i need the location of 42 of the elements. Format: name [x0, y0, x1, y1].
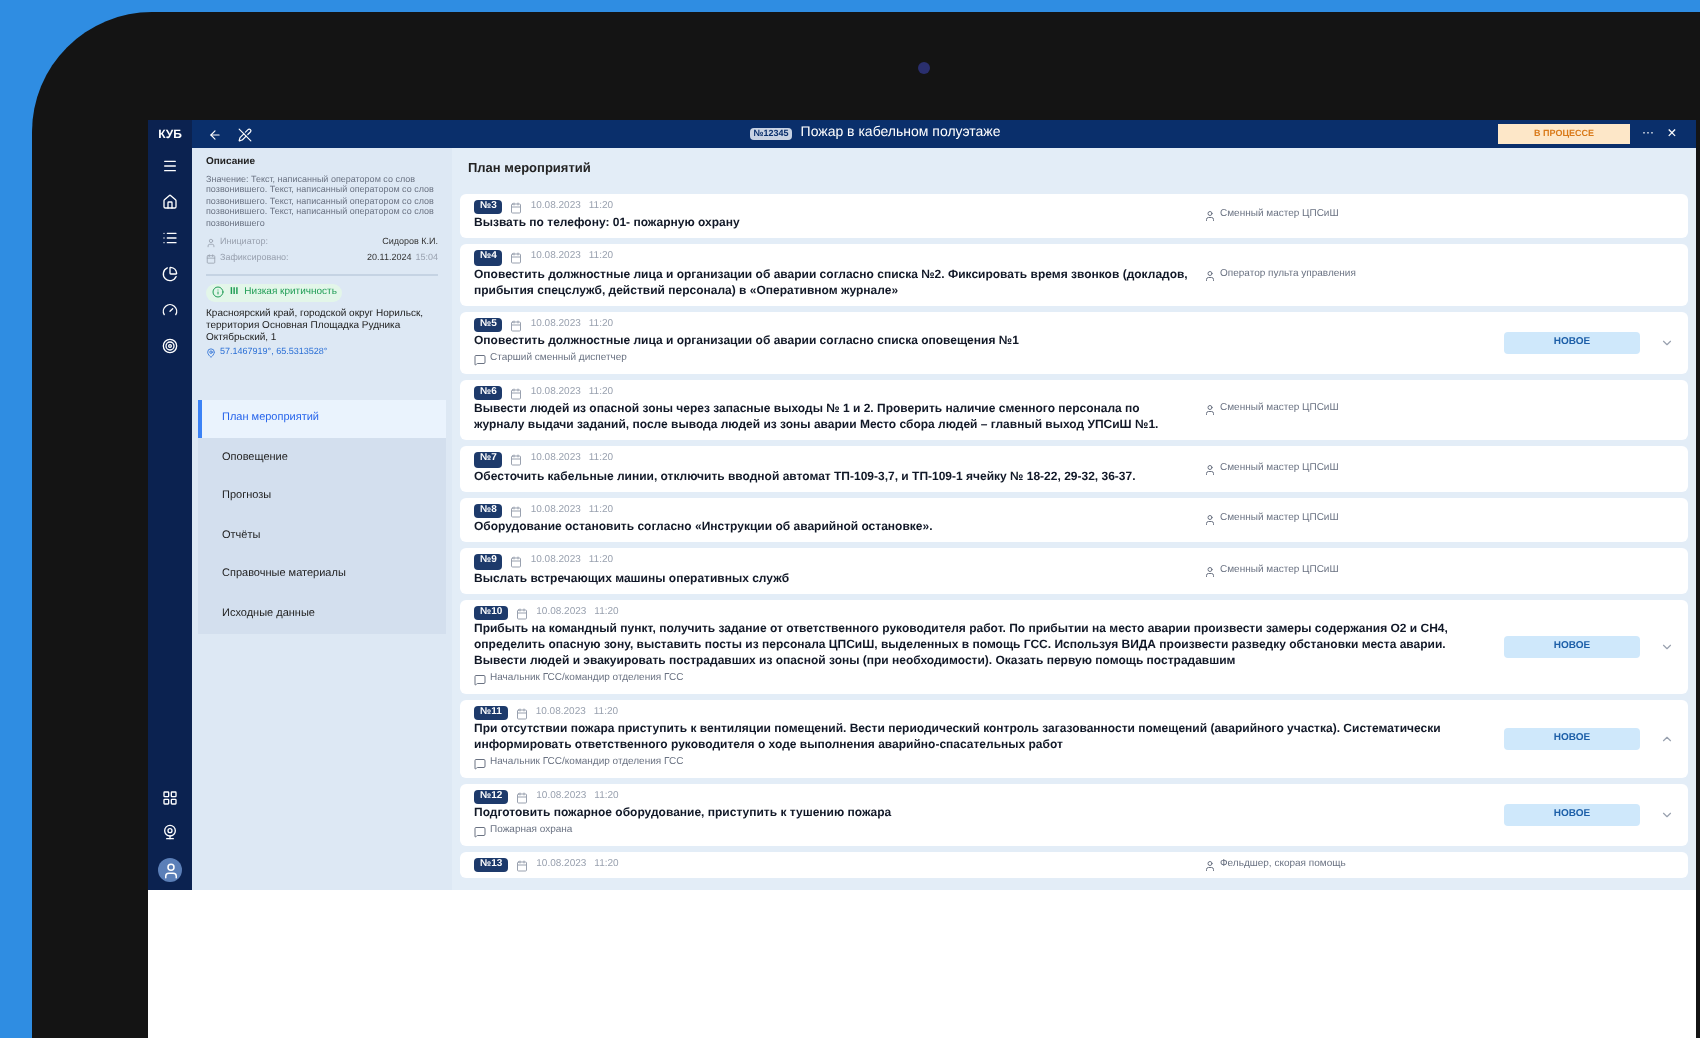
comment-icon — [474, 826, 486, 838]
webcam-icon[interactable] — [162, 824, 178, 840]
gauge-icon[interactable] — [162, 302, 178, 318]
pie-chart-icon[interactable] — [162, 266, 178, 282]
info-icon — [212, 286, 224, 299]
person-icon — [1204, 859, 1216, 871]
calendar-icon — [510, 201, 523, 213]
comment-icon — [474, 354, 486, 366]
calendar-icon — [510, 505, 523, 517]
calendar-icon — [516, 791, 529, 803]
task-card[interactable] — [460, 244, 1688, 306]
back-icon[interactable] — [208, 127, 222, 141]
list-icon[interactable] — [162, 230, 178, 246]
menu-icon[interactable] — [162, 158, 178, 174]
calendar-icon — [510, 252, 523, 264]
task-card[interactable] — [460, 379, 1688, 441]
person-icon — [1204, 463, 1216, 475]
avatar-icon[interactable] — [158, 858, 182, 882]
calendar-icon — [516, 607, 529, 619]
target-icon[interactable] — [162, 338, 178, 354]
calendar-icon — [510, 387, 523, 399]
calendar-icon — [510, 319, 523, 331]
person-icon — [1204, 210, 1216, 222]
edit-off-icon[interactable] — [238, 127, 252, 141]
task-card[interactable] — [460, 599, 1688, 694]
person-icon — [1204, 404, 1216, 416]
task-card[interactable] — [460, 699, 1688, 778]
comment-icon — [474, 674, 486, 686]
calendar-icon — [510, 454, 523, 466]
person-icon — [1204, 514, 1216, 526]
person-icon — [1204, 269, 1216, 281]
person-icon — [1204, 565, 1216, 577]
calendar-icon — [515, 707, 528, 719]
comment-icon — [474, 758, 486, 770]
home-icon[interactable] — [162, 194, 178, 210]
grid-icon[interactable] — [162, 790, 178, 806]
close-button[interactable]: × — [1664, 126, 1680, 142]
calendar-icon — [510, 556, 523, 568]
calendar-icon — [206, 253, 216, 264]
calendar-icon — [516, 859, 529, 871]
pin-icon — [206, 347, 216, 358]
person-icon — [206, 237, 216, 248]
